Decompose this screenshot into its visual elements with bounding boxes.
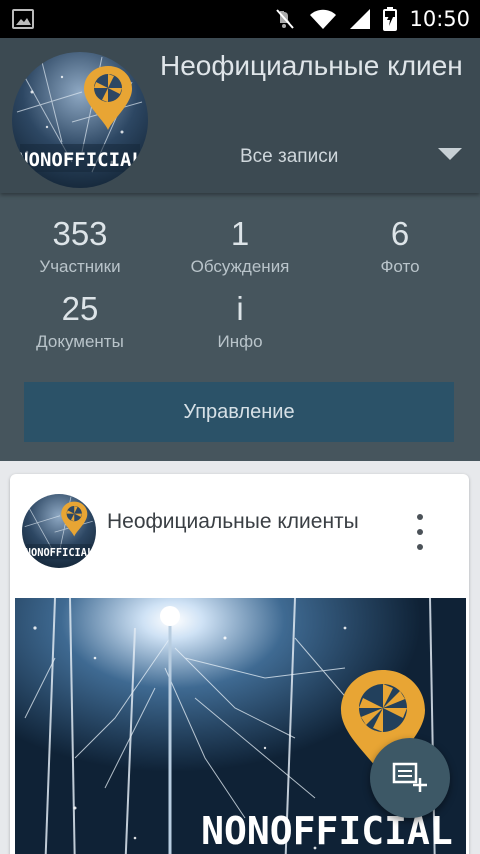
mute-icon (276, 9, 295, 29)
new-post-icon (392, 762, 427, 792)
manage-button[interactable]: Управление (24, 382, 454, 442)
clock: 10:50 (409, 7, 470, 31)
group-header: NONOFFICIAL Неофициальные клиен Все запи… (0, 38, 480, 193)
more-vert-icon[interactable] (408, 514, 432, 550)
group-title[interactable]: Неофициальные клиен (160, 50, 480, 82)
stat-photos[interactable]: 6 Фото (320, 215, 480, 277)
stat-value: 25 (61, 290, 99, 327)
svg-text:NONOFFICIAL: NONOFFICIAL (25, 547, 93, 559)
stat-discussions[interactable]: 1 Обсуждения (160, 215, 320, 277)
battery-icon (383, 7, 398, 31)
stat-value: 1 (230, 215, 250, 252)
stat-label: Инфо (217, 332, 263, 351)
group-stats: 353 Участники 1 Обсуждения 6 Фото 25 Док… (0, 193, 480, 461)
stat-value: i (236, 290, 244, 327)
stat-value: 353 (52, 215, 108, 252)
stat-members[interactable]: 353 Участники (0, 215, 160, 277)
status-bar: 10:50 (0, 0, 480, 38)
signal-icon (350, 9, 371, 29)
stat-info[interactable]: i Инфо (160, 290, 320, 352)
stat-label: Участники (39, 257, 121, 276)
new-post-fab[interactable] (370, 738, 450, 818)
image-icon (12, 9, 34, 29)
svg-text:NONOFFICIAL: NONOFFICIAL (17, 149, 143, 171)
dropdown-arrow-icon[interactable] (438, 148, 462, 160)
group-logo: NONOFFICIAL (22, 494, 96, 568)
group-avatar[interactable]: NONOFFICIAL (12, 52, 148, 188)
post-author-avatar[interactable]: NONOFFICIAL (22, 494, 96, 568)
stat-label: Документы (36, 332, 124, 351)
stat-label: Фото (380, 257, 420, 276)
stat-value: 6 (390, 215, 410, 252)
stat-documents[interactable]: 25 Документы (0, 290, 160, 352)
stat-label: Обсуждения (190, 257, 290, 276)
post-author-name[interactable]: Неофициальные клиенты (107, 510, 377, 534)
posts-filter-label[interactable]: Все записи (240, 146, 338, 168)
group-logo: NONOFFICIAL (12, 52, 148, 188)
wifi-icon (310, 9, 337, 29)
